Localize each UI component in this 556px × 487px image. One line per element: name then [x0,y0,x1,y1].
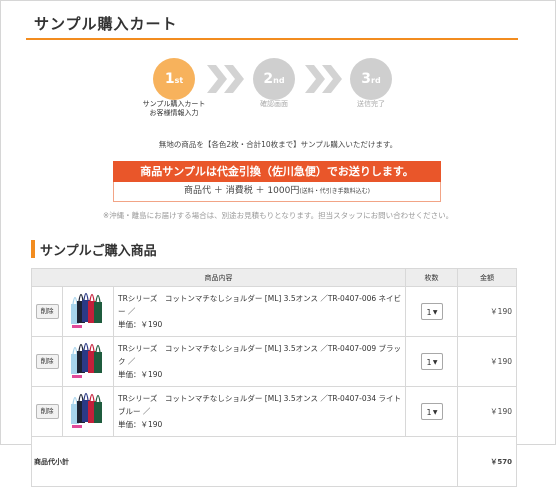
step-2-number: 2 [263,71,274,87]
chevron-right-icon [207,65,244,93]
caret-down-icon: ▼ [432,359,438,366]
product-name: TRシリーズ コットンマチなしショルダー [ML] 3.5オンス ／TR-040… [118,344,402,366]
subtotal-label: 商品代小計 [31,436,458,487]
header-qty: 枚数 [405,268,458,287]
bag-icon [71,292,102,328]
delete-button[interactable]: 削除 [35,354,59,369]
step-3-label: 送信完了 [357,100,385,108]
table-row: 削除 TRシリーズ コットンマチなしショルダー [ML] 3.5オンス ／TR-… [31,286,517,337]
caret-down-icon: ▼ [432,409,438,416]
subtotal-row: 商品代小計 ￥570 [31,436,517,487]
step-3-number: 3 [361,71,372,87]
bag-icon [71,392,102,428]
quantity-value: 1 [426,358,432,367]
section-accent-bar [31,240,35,258]
product-name: TRシリーズ コットンマチなしショルダー [ML] 3.5オンス ／TR-040… [118,394,402,416]
step-2-suffix: nd [273,76,285,85]
quantity-select[interactable]: 1 ▼ [420,403,443,420]
table-header-row: 商品内容 枚数 金額 [31,268,517,287]
product-thumbnail [71,392,102,428]
section-title: サンプルご購入商品 [40,244,157,259]
step-3-circle: 3rd [350,58,392,100]
cod-banner: 商品サンプルは代金引換（佐川急便）でお送りします。 [113,161,441,182]
quantity-select[interactable]: 1 ▼ [420,303,443,320]
delete-button[interactable]: 削除 [35,304,59,319]
cod-price-box: 商品代 ＋ 消費税 ＋ 1000円(送料・代引き手数料込む) [113,182,441,202]
header-amount: 金額 [457,268,517,287]
step-1-label: サンプル購入カート お客様情報入力 [129,100,219,118]
unit-price: 単価：￥190 [118,370,163,379]
cart-table: 商品内容 枚数 金額 削除 TRシリーズ コットンマチなしショルダー [ML] … [31,268,517,487]
product-thumbnail [71,292,102,328]
product-thumbnail [71,342,102,378]
row-amount: ￥190 [457,286,517,337]
quantity-value: 1 [426,308,432,317]
delete-button[interactable]: 削除 [35,404,59,419]
chevron-right-icon [305,65,342,93]
bag-icon [71,342,102,378]
cod-price-line: 商品代 ＋ 消費税 ＋ 1000円 [183,186,300,196]
purchase-notice: 無地の商品を【各色2枚・合計10枚まで】サンプル購入いただけます。 [158,140,398,149]
subtotal-value: ￥570 [457,436,517,487]
row-amount: ￥190 [457,386,517,437]
step-2-label: 確認画面 [260,100,288,108]
quantity-value: 1 [426,408,432,417]
unit-price: 単価：￥190 [118,420,163,429]
product-name: TRシリーズ コットンマチなしショルダー [ML] 3.5オンス ／TR-040… [118,294,402,316]
row-amount: ￥190 [457,336,517,387]
page-title: サンプル購入カート [34,15,178,33]
step-1-label-line-1: サンプル購入カート [142,100,206,108]
table-row: 削除 TRシリーズ コットンマチなしショルダー [ML] 3.5オンス ／TR-… [31,336,517,387]
step-3-suffix: rd [371,76,381,85]
cod-price-note: (送料・代引き手数料込む) [299,188,371,195]
step-1-label-line-2: お客様情報入力 [149,109,199,117]
step-1-suffix: st [174,76,184,85]
rural-delivery-note: ※沖縄・離島にお届けする場合は、別途お見積もりとなります。担当スタッフにお問い合… [102,211,454,220]
table-row: 削除 TRシリーズ コットンマチなしショルダー [ML] 3.5オンス ／TR-… [31,386,517,437]
header-content: 商品内容 [31,268,406,287]
step-2-circle: 2nd [253,58,295,100]
caret-down-icon: ▼ [432,309,438,316]
title-underline [26,38,518,40]
step-1-number: 1 [164,71,175,87]
step-1-circle: 1st [153,58,195,100]
quantity-select[interactable]: 1 ▼ [420,353,443,370]
unit-price: 単価：￥190 [118,320,163,329]
